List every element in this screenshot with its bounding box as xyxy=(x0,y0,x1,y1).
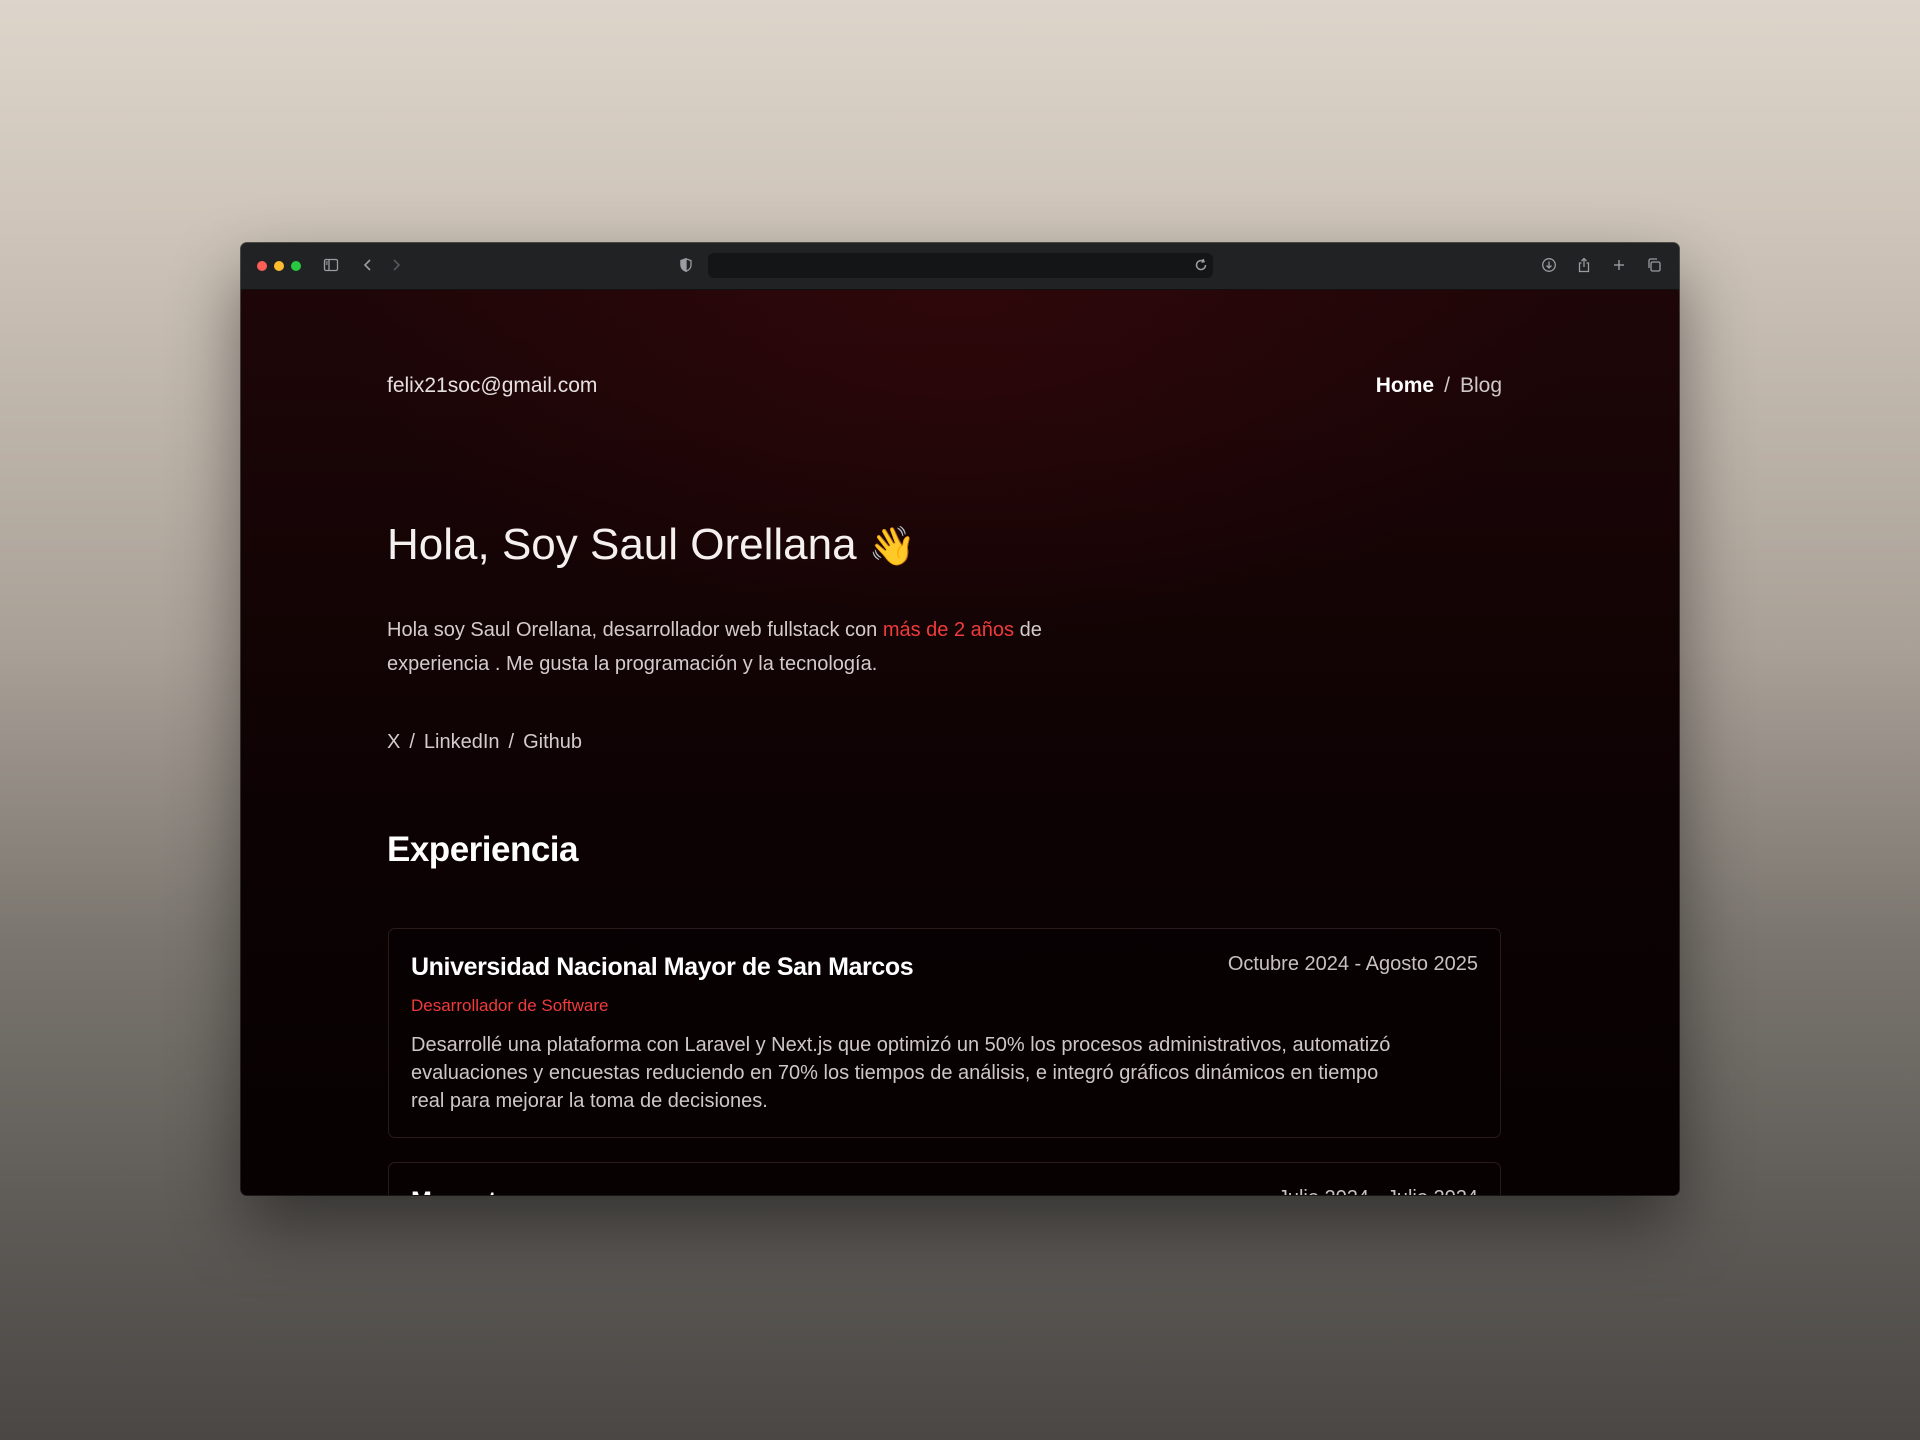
nav-separator: / xyxy=(1444,374,1450,397)
experience-company: Maquetec xyxy=(411,1187,524,1195)
hero-bio: Hola soy Saul Orellana, desarrollador we… xyxy=(387,613,1137,681)
reload-icon[interactable] xyxy=(1192,256,1210,274)
back-icon[interactable] xyxy=(358,255,378,275)
address-bar[interactable] xyxy=(708,253,1213,278)
main-nav: Home / Blog xyxy=(1376,374,1502,398)
contact-email-link[interactable]: felix21soc@gmail.com xyxy=(387,374,597,398)
privacy-shield-icon[interactable] xyxy=(676,255,696,275)
social-separator: / xyxy=(508,731,515,753)
social-x-link[interactable]: X xyxy=(387,731,400,753)
waving-hand-icon: 👋 xyxy=(868,526,916,568)
experience-role: Desarrollador de Software xyxy=(411,996,609,1015)
minimize-window-button[interactable] xyxy=(274,261,284,271)
experience-dates: Octubre 2024 - Agosto 2025 xyxy=(1227,953,1478,975)
experience-description: Desarrollé una plataforma con Laravel y … xyxy=(411,1034,1391,1112)
hero-heading: Hola, Soy Saul Orellana 👋 xyxy=(387,520,916,570)
hero-title: Hola, Soy Saul Orellana xyxy=(387,520,857,569)
page-content: felix21soc@gmail.com Home / Blog Hola, Soy… xyxy=(241,290,1679,1195)
forward-icon[interactable] xyxy=(386,255,406,275)
social-github-link[interactable]: Github xyxy=(523,731,582,753)
browser-toolbar xyxy=(241,243,1679,290)
experience-company: Universidad Nacional Mayor de San Marcos xyxy=(411,953,914,981)
new-tab-icon[interactable] xyxy=(1609,255,1629,275)
experience-dates: Julio 2024 - Julio 2024 xyxy=(1278,1187,1478,1195)
experience-heading: Experiencia xyxy=(387,830,579,869)
social-links: X / LinkedIn / Github xyxy=(387,731,582,754)
close-window-button[interactable] xyxy=(257,261,267,271)
experience-card: Universidad Nacional Mayor de San Marcos… xyxy=(388,928,1501,1138)
zoom-window-button[interactable] xyxy=(291,261,301,271)
social-linkedin-link[interactable]: LinkedIn xyxy=(424,731,500,753)
nav-blog-link[interactable]: Blog xyxy=(1460,374,1502,397)
bio-text-start: Hola soy Saul Orellana, desarrollador we… xyxy=(387,619,883,641)
share-icon[interactable] xyxy=(1574,255,1594,275)
downloads-icon[interactable] xyxy=(1539,255,1559,275)
sidebar-toggle-icon[interactable] xyxy=(321,255,341,275)
tab-overview-icon[interactable] xyxy=(1644,255,1664,275)
nav-home-link[interactable]: Home xyxy=(1376,374,1434,397)
experience-card: Maquetec Julio 2024 - Julio 2024 xyxy=(388,1162,1501,1195)
bio-highlight: más de 2 años xyxy=(882,619,1015,641)
browser-window: felix21soc@gmail.com Home / Blog Hola, Soy… xyxy=(241,243,1679,1195)
social-separator: / xyxy=(409,731,415,753)
